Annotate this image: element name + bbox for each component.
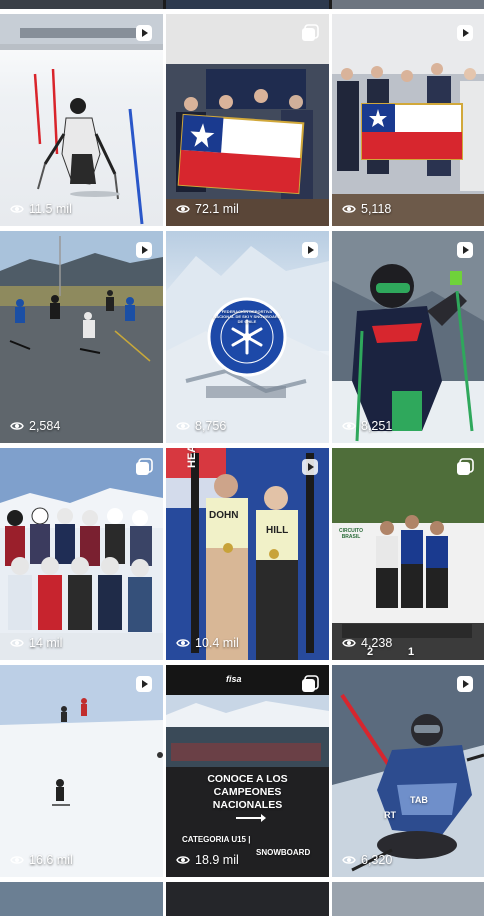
reel-icon — [302, 459, 318, 475]
post-tile-9[interactable]: CIRCUITO BRASIL 2 1 4,238 — [332, 448, 484, 660]
eye-icon — [176, 205, 190, 213]
promo-line-1: CONOCE A LOS — [207, 773, 288, 785]
eye-icon — [342, 639, 356, 647]
view-count-text: 4,238 — [361, 636, 393, 650]
bottom-partial-row — [0, 882, 484, 916]
post-tile-10[interactable]: 16.6 mil — [0, 665, 163, 877]
reel-icon — [457, 242, 473, 258]
reel-icon — [457, 676, 473, 692]
view-count: 14 mil — [10, 636, 62, 650]
post-thumbnail — [166, 665, 329, 877]
promo-line-4: CATEGORIA U15 | — [182, 835, 251, 844]
post-tile-5[interactable]: FEDERACIÓN DEPORTIVA NACIONAL DE SKI Y S… — [166, 231, 329, 443]
post-thumbnail — [0, 448, 163, 660]
view-count-text: 14 mil — [29, 636, 63, 650]
circuito-banner-text: CIRCUITO BRASIL — [338, 528, 364, 540]
bib-name-2: HILL — [266, 525, 289, 536]
post-tile-7[interactable]: 14 mil — [0, 448, 163, 660]
carousel-icon — [136, 458, 153, 475]
view-count-text: 2,584 — [29, 419, 61, 433]
view-count: 72.1 mil — [176, 202, 239, 216]
eye-icon — [176, 639, 190, 647]
post-thumbnail — [166, 246, 329, 443]
eye-icon — [10, 422, 24, 430]
bib-rt-text: RT — [384, 810, 396, 820]
bib-name-1: DOHN — [209, 510, 239, 521]
view-count-text: 5,118 — [361, 202, 392, 216]
view-count: 10.4 mil — [176, 636, 239, 650]
carousel-icon — [302, 24, 319, 41]
promo-line-3: NACIONALES — [212, 799, 283, 811]
bib-brand-text: HEAD — [186, 448, 198, 468]
post-tile-8[interactable]: HEAD DOHN HILL 10.4 mil — [166, 448, 329, 660]
eye-icon — [10, 205, 24, 213]
post-thumbnail — [0, 665, 163, 877]
post-thumbnail — [0, 14, 163, 225]
eye-icon — [10, 639, 24, 647]
view-count: 2,584 — [10, 419, 60, 433]
post-thumbnail — [0, 231, 163, 443]
view-count: 8,756 — [176, 419, 226, 433]
post-thumbnail — [166, 14, 329, 226]
reel-icon — [457, 25, 473, 41]
reel-icon — [136, 676, 152, 692]
reel-icon — [302, 242, 318, 258]
podium-number-1: 1 — [408, 646, 415, 658]
view-count: 4,238 — [342, 636, 392, 650]
promo-logos: fisa — [226, 674, 242, 684]
eye-icon — [10, 856, 24, 864]
post-tile-1[interactable]: 11.5 mil — [0, 14, 163, 226]
post-thumbnail — [332, 448, 484, 660]
promo-line-5: SNOWBOARD — [256, 848, 311, 857]
eye-icon — [342, 205, 356, 213]
view-count-text: 6,320 — [361, 853, 393, 867]
eye-icon — [342, 422, 356, 430]
eye-icon — [176, 856, 190, 864]
view-count-text: 18.9 mil — [195, 853, 239, 867]
post-thumbnail — [332, 231, 484, 443]
view-count: 16.6 mil — [10, 853, 73, 867]
view-count: 5,118 — [342, 202, 391, 216]
carousel-icon — [457, 458, 474, 475]
eye-icon — [176, 422, 190, 430]
view-count-text: 11.5 mil — [29, 202, 72, 216]
post-tile-11[interactable]: fisa CONOCE A LOS CAMPEONES NACIONALES C… — [166, 665, 329, 877]
post-tile-12[interactable]: TAB RT 6,320 — [332, 665, 484, 877]
federation-logo-text: FEDERACIÓN DEPORTIVA NACIONAL DE SKI Y S… — [213, 309, 281, 324]
post-tile-3[interactable]: 5,118 — [332, 14, 484, 226]
promo-line-2: CAMPEONES — [213, 786, 282, 798]
post-tile-6[interactable]: 8,251 — [332, 231, 484, 443]
view-count-text: 72.1 mil — [195, 202, 239, 216]
view-count: 18.9 mil — [176, 853, 239, 867]
post-thumbnail — [166, 448, 329, 660]
carousel-icon — [302, 675, 319, 692]
post-thumbnail — [332, 14, 484, 226]
view-count: 8,251 — [342, 419, 392, 433]
reel-icon — [136, 25, 152, 41]
eye-icon — [342, 856, 356, 864]
post-thumbnail — [332, 665, 484, 877]
profile-grid: 11.5 mil 72.1 mil 5,118 2,584 FEDERACIÓN… — [0, 0, 484, 916]
view-count-text: 16.6 mil — [29, 853, 73, 867]
view-count-text: 10.4 mil — [195, 636, 239, 650]
post-tile-4[interactable]: 2,584 — [0, 231, 163, 443]
top-partial-row — [0, 0, 484, 9]
view-count: 11.5 mil — [10, 202, 72, 216]
post-tile-2[interactable]: 72.1 mil — [166, 14, 329, 226]
view-count-text: 8,756 — [195, 419, 227, 433]
view-count: 6,320 — [342, 853, 392, 867]
bib-tab-text: TAB — [410, 795, 428, 805]
view-count-text: 8,251 — [361, 419, 393, 433]
reel-icon — [136, 242, 152, 258]
